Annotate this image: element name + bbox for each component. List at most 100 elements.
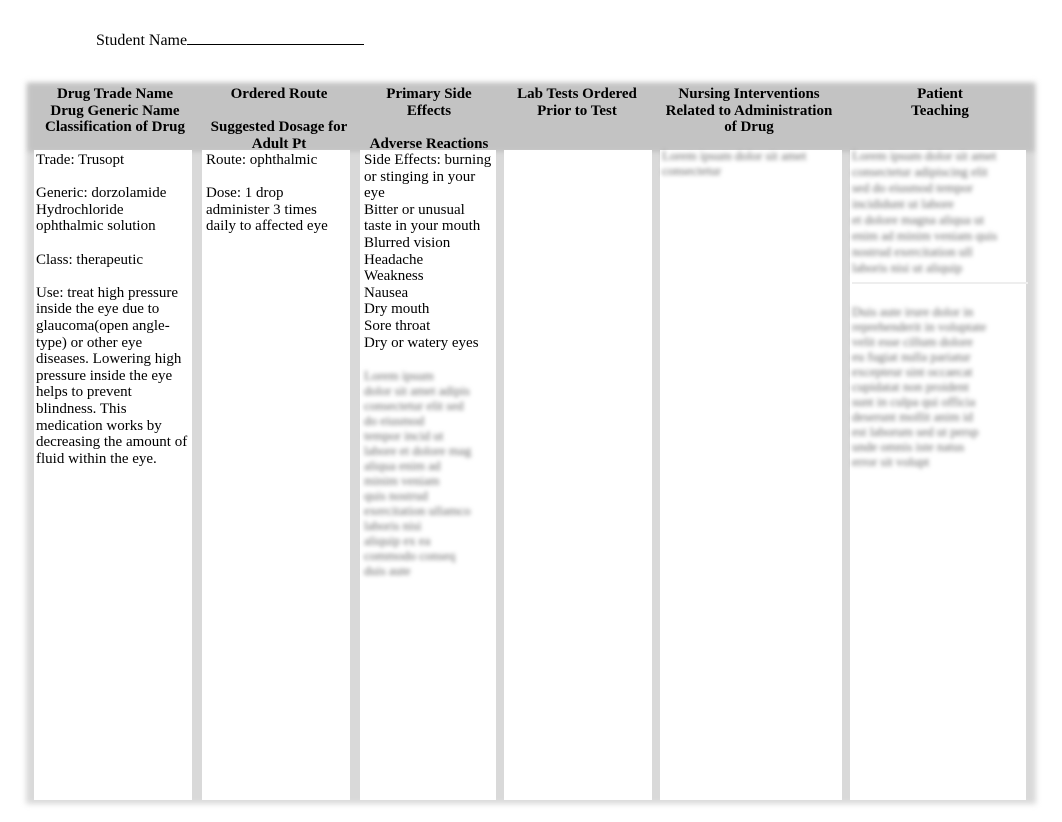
teaching-line: laboris nisi ut aliquip xyxy=(852,260,963,275)
drug-class: Class: therapeutic xyxy=(36,251,144,268)
header-patient-teaching: Patient Teaching xyxy=(848,86,1032,150)
use-line: decreasing the amount of xyxy=(36,434,188,451)
header-drug-names: Drug Trade Name Drug Generic Name Classi… xyxy=(30,86,200,150)
use-line: medication works by xyxy=(36,417,162,434)
header-primary-side: Primary Side xyxy=(386,86,472,102)
header-generic-name: Drug Generic Name xyxy=(50,102,180,119)
use-line: pressure inside the eye xyxy=(36,367,173,384)
side-effects-list: Side Effects: burning or stinging in your… xyxy=(364,152,500,351)
header-teaching: Teaching xyxy=(911,102,969,119)
cell-route-dosage: Route: ophthalmic Dose: 1 drop administe… xyxy=(206,152,356,235)
use-line: Use: treat high pressure xyxy=(36,284,179,301)
col5-body xyxy=(660,150,842,800)
header-of-drug: of Drug xyxy=(724,119,774,136)
route-value: Route: ophthalmic xyxy=(206,152,318,168)
dose-line: Dose: 1 drop xyxy=(206,185,284,202)
side-effect-item: Blurred vision xyxy=(364,234,451,251)
use-line: diseases. Lowering high xyxy=(36,351,182,368)
generic-name-line: Hydrochloride xyxy=(36,201,124,218)
side-effect-item: Weakness xyxy=(364,268,424,285)
teaching-blurred-b: Duis aute irure dolor in reprehenderit in… xyxy=(852,304,1028,469)
drug-use: Use: treat high pressure inside the eye d… xyxy=(36,285,196,468)
header-lab-tests-ordered: Lab Tests Ordered xyxy=(517,86,637,102)
teaching-line: sunt in culpa qui officia xyxy=(852,394,976,409)
cell-patient-teaching: Lorem ipsum dolor sit amet consectetur ad… xyxy=(852,148,1028,469)
col4-body xyxy=(504,150,652,800)
cell-side-effects: Side Effects: burning or stinging in your… xyxy=(364,152,500,578)
adverse-reaction-line: aliquip ex ea xyxy=(364,532,431,548)
adverse-reaction-line: aliqua enim ad xyxy=(364,457,441,473)
adverse-reaction-line: dolor sit amet adipis xyxy=(364,382,470,398)
student-name-field[interactable]: Student Name xyxy=(96,29,365,51)
header-patient: Patient xyxy=(917,86,963,102)
generic-name-line: ophthalmic solution xyxy=(36,218,156,235)
teaching-line: enim ad minim veniam quis xyxy=(852,228,998,243)
side-effect-item: Dry mouth xyxy=(364,301,430,318)
side-effect-item: taste in your mouth xyxy=(364,218,481,235)
header-related-admin: Related to Administration xyxy=(665,102,833,119)
teaching-line: deserunt mollit anim id xyxy=(852,409,973,424)
header-nursing-interventions: Nursing Interventions Related to Adminis… xyxy=(656,86,842,150)
use-line: type) or other eye xyxy=(36,334,143,351)
adverse-reaction-line: tempor incid ut xyxy=(364,427,444,443)
side-effect-item: eye xyxy=(364,185,385,202)
nursing-line: Lorem ipsum dolor sit amet xyxy=(662,148,807,163)
header-adverse-reactions: Adverse Reactions xyxy=(369,135,489,152)
teaching-line: sed do eiusmod tempor xyxy=(852,180,973,195)
side-effect-item: or stinging in your xyxy=(364,168,476,185)
adverse-reaction-line: consectetur elit sed xyxy=(364,397,464,413)
adverse-reaction-line: exercitation ullamco xyxy=(364,502,471,518)
adverse-reaction-line: do eiusmod xyxy=(364,412,425,428)
header-adult-pt: Adult Pt xyxy=(251,135,307,152)
col2-body xyxy=(202,150,350,800)
teaching-line: error sit volupt xyxy=(852,454,930,469)
use-line: fluid within the eye. xyxy=(36,450,157,467)
header-route-dosage: Ordered Route Suggested Dosage for Adult… xyxy=(200,86,358,152)
side-effect-item: Nausea xyxy=(364,284,409,301)
header-side-effects: Primary Side Effects Adverse Reactions xyxy=(358,86,500,152)
teaching-line: reprehenderit in voluptate xyxy=(852,319,987,334)
header-ordered-route: Ordered Route xyxy=(230,86,328,102)
dose-line: administer 3 times xyxy=(206,201,317,218)
header-suggested-dosage: Suggested Dosage for xyxy=(210,119,348,136)
generic-name-line: Generic: dorzolamide xyxy=(36,185,167,202)
student-name-label: Student Name xyxy=(96,32,188,49)
teaching-line: est laborum sed ut persp xyxy=(852,424,979,439)
header-nursing: Nursing Interventions xyxy=(678,86,820,102)
teaching-line: velit esse cillum dolore xyxy=(852,334,973,349)
trade-name: Trade: Trusopt xyxy=(36,152,125,168)
teaching-line: cupidatat non proident xyxy=(852,379,969,394)
use-line: helps to prevent xyxy=(36,384,132,401)
dose-line: daily to affected eye xyxy=(206,218,328,235)
header-lab-tests: Lab Tests Ordered Prior to Test xyxy=(500,86,654,150)
header-trade-name: Drug Trade Name xyxy=(56,86,174,102)
use-line: inside the eye due to xyxy=(36,301,160,318)
adverse-reaction-line: quis nostrud xyxy=(364,487,428,503)
student-name-line[interactable] xyxy=(187,29,365,45)
side-effect-item: Side Effects: burning xyxy=(364,152,492,168)
use-line: blindness. This xyxy=(36,400,127,417)
side-effect-item: Bitter or unusual xyxy=(364,201,465,218)
teaching-line: excepteur sint occaecat xyxy=(852,364,973,379)
use-line: glaucoma(open angle- xyxy=(36,317,170,334)
adverse-reaction-line: minim veniam xyxy=(364,472,440,488)
header-classification: Classification of Drug xyxy=(45,119,185,136)
nursing-line: consectetur xyxy=(662,163,722,178)
teaching-blurred-a: Lorem ipsum dolor sit amet consectetur ad… xyxy=(852,148,1028,276)
nursing-blurred: Lorem ipsum dolor sit amet consectetur xyxy=(662,148,838,178)
header-effects: Effects xyxy=(406,102,452,119)
adverse-reaction-line: Lorem ipsum xyxy=(364,367,434,383)
cell-nursing-interventions: Lorem ipsum dolor sit amet consectetur xyxy=(662,148,838,178)
teaching-line: eu fugiat nulla pariatur xyxy=(852,349,971,364)
teaching-line: nostrud exercitation ull xyxy=(852,244,973,259)
header-prior-to-test: Prior to Test xyxy=(537,102,617,119)
teaching-line: consectetur adipiscing elit xyxy=(852,164,988,179)
adverse-reaction-line: labore et dolore mag xyxy=(364,442,472,458)
side-effect-item: Sore throat xyxy=(364,317,431,334)
drug-card-table: Drug Trade Name Drug Generic Name Classi… xyxy=(28,84,1034,800)
teaching-line: et dolore magna aliqua ut xyxy=(852,212,985,227)
adverse-reaction-line: commodo conseq xyxy=(364,547,456,563)
side-effect-item: Dry or watery eyes xyxy=(364,334,479,351)
adverse-reaction-line: laboris nisi xyxy=(364,517,422,533)
adverse-reactions-blurred: Lorem ipsum dolor sit amet adipis consecte… xyxy=(364,368,500,578)
